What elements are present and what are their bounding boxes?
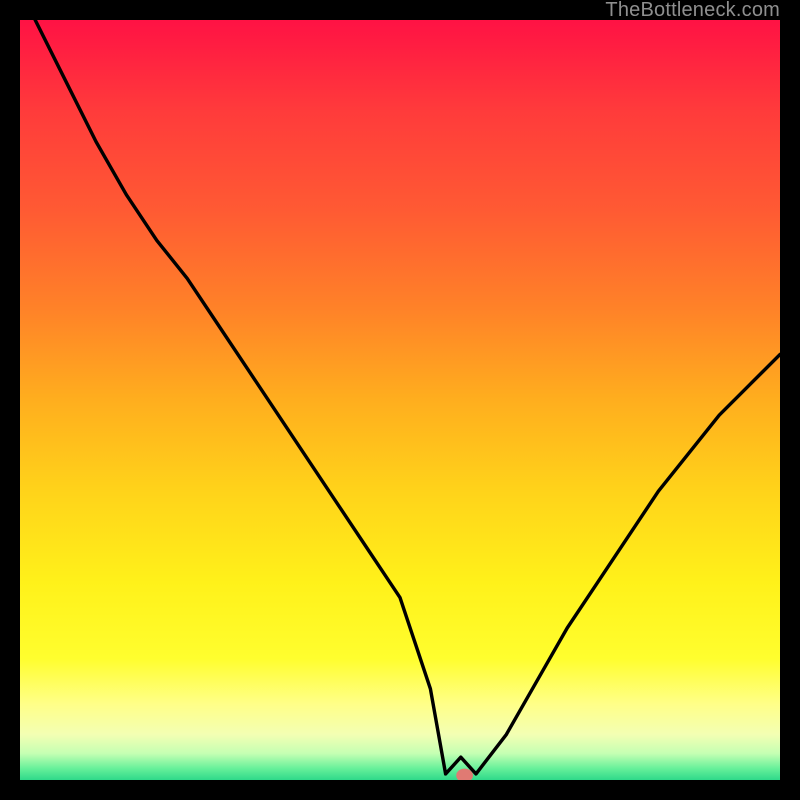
- chart-svg: [20, 20, 780, 780]
- chart-frame: TheBottleneck.com: [0, 0, 800, 800]
- attribution-text: TheBottleneck.com: [605, 0, 780, 20]
- gradient-background: [20, 20, 780, 780]
- plot-area: [20, 20, 780, 780]
